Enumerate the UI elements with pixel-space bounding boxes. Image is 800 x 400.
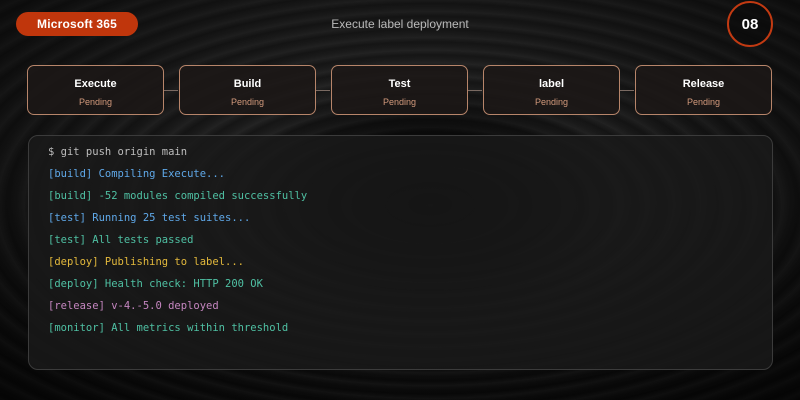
stage-status: Pending bbox=[230, 97, 265, 107]
brand-label: Microsoft 365 bbox=[37, 17, 117, 31]
terminal-line: [test] All tests passed bbox=[48, 234, 194, 246]
terminal-line: [release] v-4.-5.0 deployed bbox=[48, 300, 219, 312]
pipeline: Execute Pending Build Pending Test Pendi… bbox=[27, 65, 775, 117]
pipeline-connector bbox=[316, 90, 330, 91]
stage-name: label bbox=[538, 78, 565, 90]
pipeline-stage-execute[interactable]: Execute Pending bbox=[27, 65, 164, 115]
pipeline-stage-test[interactable]: Test Pending bbox=[331, 65, 468, 115]
brand-badge: Microsoft 365 bbox=[16, 12, 138, 36]
pipeline-connector bbox=[164, 90, 178, 91]
pipeline-connector bbox=[468, 90, 482, 91]
pipeline-stage-build[interactable]: Build Pending bbox=[179, 65, 316, 115]
terminal-line: [test] Running 25 test suites... bbox=[48, 212, 251, 224]
step-number-badge: 08 bbox=[727, 1, 773, 47]
terminal-line: [build] -52 modules compiled successfull… bbox=[48, 190, 308, 202]
stage-status: Pending bbox=[534, 97, 569, 107]
terminal-line: [deploy] Health check: HTTP 200 OK bbox=[48, 278, 263, 290]
step-number: 08 bbox=[741, 15, 759, 33]
terminal-line: [monitor] All metrics within threshold bbox=[48, 322, 289, 334]
terminal-output[interactable]: $ git push origin main [build] Compiling… bbox=[28, 135, 773, 370]
stage-name: Build bbox=[233, 78, 262, 90]
terminal-line: $ git push origin main bbox=[48, 146, 188, 158]
terminal-line: [deploy] Publishing to label... bbox=[48, 256, 244, 268]
pipeline-stage-label[interactable]: label Pending bbox=[483, 65, 620, 115]
stage-name: Execute bbox=[74, 78, 117, 90]
stage-name: Test bbox=[388, 78, 411, 90]
stage-name: Release bbox=[682, 78, 725, 90]
pipeline-stage-release[interactable]: Release Pending bbox=[635, 65, 772, 115]
page-title: Execute label deployment bbox=[331, 17, 469, 31]
pipeline-connector bbox=[620, 90, 634, 91]
stage-status: Pending bbox=[78, 97, 113, 107]
stage-status: Pending bbox=[382, 97, 417, 107]
terminal-line: [build] Compiling Execute... bbox=[48, 168, 226, 180]
stage-status: Pending bbox=[686, 97, 721, 107]
